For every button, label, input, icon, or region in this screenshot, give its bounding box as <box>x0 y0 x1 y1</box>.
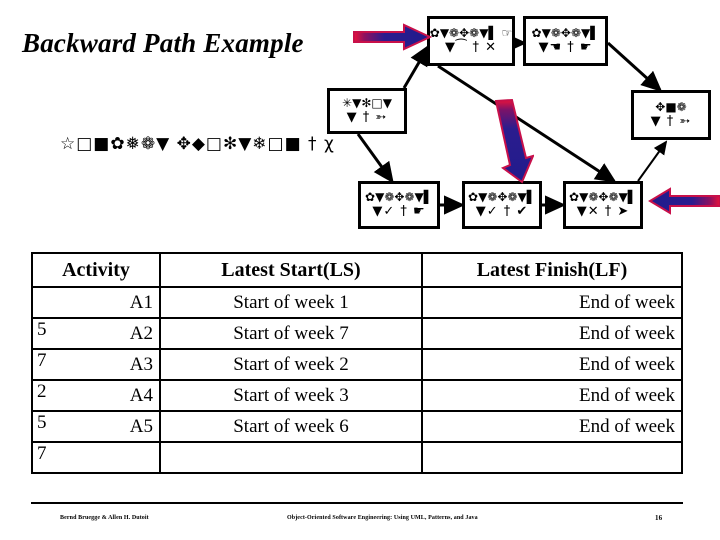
column-header-latest-finish: Latest Finish(LF) <box>421 252 683 288</box>
highlight-arrow-right-top <box>353 23 432 51</box>
cell-latest-start: Start of week 7 <box>159 317 423 350</box>
cell-activity-value: A1 <box>129 291 153 313</box>
cell-activity: 7 <box>31 441 161 474</box>
cell-activity-spill: 2 <box>37 381 47 402</box>
activity-node-label-line1: ✿▼❁✥❁▼▌ <box>531 25 600 40</box>
table-row: 2 A4 Start of week 3 End of week <box>31 379 683 412</box>
activity-node-a1[interactable]: ✿▼❁✥❁▼▌ ▼✓ † ☛ <box>358 181 440 229</box>
footer-authors: Bernd Bruegge & Allen H. Dutoit <box>60 515 149 521</box>
activity-node-end[interactable]: ✥■❁ ▼ † ➳ <box>631 90 711 140</box>
cell-latest-start: Start of week 2 <box>159 348 423 381</box>
cell-activity: 5 A2 <box>31 317 161 350</box>
table-row: 5 A5 Start of week 6 End of week <box>31 410 683 443</box>
cell-latest-finish: End of week <box>421 317 683 350</box>
cell-activity-value: A5 <box>129 415 153 437</box>
activity-node-a5[interactable]: ✿▼❁✥❁▼▌ ▼✕ † ➤ <box>563 181 643 229</box>
table-row: A1 Start of week 1 End of week <box>31 286 683 319</box>
cell-latest-finish <box>421 441 683 474</box>
column-header-activity: Activity <box>31 252 161 288</box>
activity-node-a4[interactable]: ✿▼❁✥❁▼▌ ▼☚ † ☛ <box>523 16 608 66</box>
cell-latest-start <box>159 441 423 474</box>
activity-node-a2[interactable]: ✿▼❁✥❁▼▌ ▼✓ † ✔ <box>462 181 542 229</box>
activity-node-label-line1: ✳▼✻□▼ <box>342 95 392 110</box>
highlight-arrow-down <box>494 98 534 184</box>
cell-latest-finish: End of week <box>421 348 683 381</box>
activity-node-label-line1: ✥■❁ <box>655 99 687 114</box>
activity-node-label-line2: ▼☚ † ☛ <box>538 40 593 56</box>
activity-node-label-line1: ✿▼❁✥❁▼▌ <box>468 189 536 204</box>
footer-page-number: 16 <box>655 514 663 522</box>
cell-activity-spill: 5 <box>37 412 47 433</box>
activity-node-label-line2: ▼ † ➳ <box>650 114 692 130</box>
cell-latest-start: Start of week 6 <box>159 410 423 443</box>
activity-node-label-line2: ▼✓ † ✔ <box>475 204 529 220</box>
cell-latest-finish: End of week <box>421 286 683 319</box>
table-row: 5 A2 Start of week 7 End of week <box>31 317 683 350</box>
cell-activity-spill: 7 <box>37 443 47 464</box>
activity-node-label-line1: ✿▼❁✥❁▼▌ ☞ <box>429 25 513 40</box>
cell-activity: 2 A4 <box>31 379 161 412</box>
table-row: 7 A3 Start of week 2 End of week <box>31 348 683 381</box>
activity-node-label-line1: ✿▼❁✥❁▼▌ <box>569 189 637 204</box>
activity-node-label-line1: ✿▼❁✥❁▼▌ <box>365 189 433 204</box>
activity-network-diagram: ✿▼❁✥❁▼▌ ☞ ▼⁀ † ✕ ✿▼❁✥❁▼▌ ▼☚ † ☛ ✳▼✻□▼ ▼ … <box>0 0 720 250</box>
cell-activity-value: A4 <box>129 384 153 406</box>
table-row: 7 <box>31 441 683 474</box>
activity-node-label-line2: ▼✓ † ☛ <box>372 204 426 220</box>
cell-latest-start: Start of week 3 <box>159 379 423 412</box>
footer-divider <box>31 502 683 504</box>
activity-node-start[interactable]: ✳▼✻□▼ ▼ † ➳ <box>327 88 407 134</box>
cell-latest-finish: End of week <box>421 379 683 412</box>
cell-activity-spill: 5 <box>37 319 47 340</box>
activity-node-a3[interactable]: ✿▼❁✥❁▼▌ ☞ ▼⁀ † ✕ <box>427 16 515 66</box>
cell-activity: A1 <box>31 286 161 319</box>
cell-activity: 5 A5 <box>31 410 161 443</box>
cell-activity-value: A3 <box>129 353 153 375</box>
highlight-arrow-left <box>648 187 720 215</box>
cell-activity-spill: 7 <box>37 350 47 371</box>
table-header-row: Activity Latest Start(LS) Latest Finish(… <box>31 252 683 288</box>
footer-book-title: Object-Oriented Software Engineering: Us… <box>287 515 478 521</box>
cell-activity: 7 A3 <box>31 348 161 381</box>
cell-latest-start: Start of week 1 <box>159 286 423 319</box>
cell-activity-value: A2 <box>129 322 153 344</box>
activity-node-label-line2: ▼✕ † ➤ <box>576 204 630 220</box>
activity-node-label-line2: ▼⁀ † ✕ <box>444 40 498 56</box>
activity-schedule-table: Activity Latest Start(LS) Latest Finish(… <box>31 252 683 474</box>
column-header-latest-start: Latest Start(LS) <box>159 252 423 288</box>
activity-node-label-line2: ▼ † ➳ <box>346 110 388 126</box>
cell-latest-finish: End of week <box>421 410 683 443</box>
